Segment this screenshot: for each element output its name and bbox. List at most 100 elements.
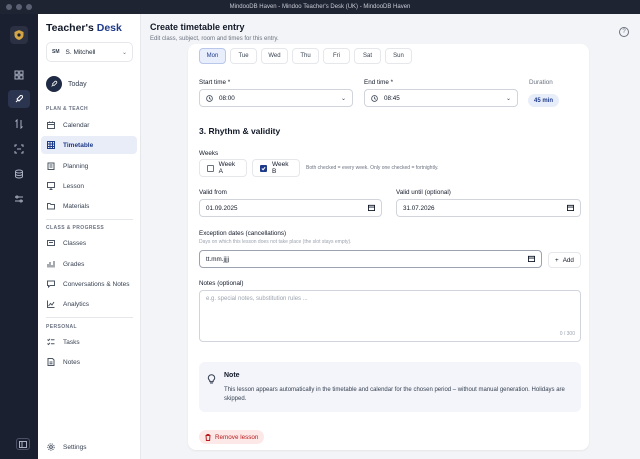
grid-icon xyxy=(14,70,24,80)
day-button-wed[interactable]: Wed xyxy=(261,48,288,64)
note-icon xyxy=(47,358,55,366)
user-name: S. Mitchell xyxy=(65,48,96,56)
sidebar-item-label: Notes xyxy=(63,358,80,366)
day-button-thu[interactable]: Thu xyxy=(292,48,319,64)
rocket-icon xyxy=(15,94,24,103)
week-a-checkbox[interactable]: Week A xyxy=(199,159,247,177)
section-personal: PERSONAL xyxy=(46,324,77,330)
sidebar: Teacher's Desk SM S. Mitchell ⌄ Today PL… xyxy=(38,14,141,459)
sidebar-item-label: Lesson xyxy=(63,182,84,190)
end-time-select[interactable]: 08:45 ⌄ xyxy=(364,89,518,107)
section-title-rhythm: 3. Rhythm & validity xyxy=(199,126,281,136)
sidebar-item-planning[interactable]: Planning xyxy=(41,157,137,175)
weekday-selector: Mon Tue Wed Thu Fri Sat Sun xyxy=(199,48,412,64)
valid-until-value: 31.07.2026 xyxy=(403,204,435,212)
rail-filters-button[interactable] xyxy=(8,190,30,208)
valid-from-label: Valid from xyxy=(199,189,227,196)
notes-textarea[interactable]: e.g. special notes, substitution rules .… xyxy=(199,290,581,342)
note-title: Note xyxy=(224,372,240,379)
sidebar-item-label: Grades xyxy=(63,260,85,268)
valid-until-date-input[interactable]: 31.07.2026 xyxy=(396,199,581,217)
day-button-sat[interactable]: Sat xyxy=(354,48,381,64)
chevron-down-icon: ⌄ xyxy=(505,95,511,102)
rail-sync-button[interactable] xyxy=(8,115,30,133)
database-icon xyxy=(15,169,23,179)
rail-launch-button[interactable] xyxy=(8,90,30,108)
day-button-mon[interactable]: Mon xyxy=(199,48,226,64)
duration-badge: 45 min xyxy=(528,94,560,107)
sidebar-item-materials[interactable]: Materials xyxy=(41,197,137,215)
sidebar-item-notes[interactable]: Notes xyxy=(41,353,137,371)
sidebar-item-calendar[interactable]: Calendar xyxy=(41,116,137,134)
week-b-checkbox[interactable]: Week B xyxy=(252,159,300,177)
sidebar-toggle-button[interactable] xyxy=(16,438,30,450)
valid-from-date-input[interactable]: 01.09.2025 xyxy=(199,199,382,217)
line-chart-icon xyxy=(47,300,55,308)
settings-label: Settings xyxy=(63,443,87,451)
sidebar-item-tasks[interactable]: Tasks xyxy=(41,333,137,351)
rail-scan-button[interactable] xyxy=(8,140,30,158)
sidebar-item-label: Materials xyxy=(63,202,90,210)
calendar-picker-icon[interactable] xyxy=(368,204,375,213)
chevron-down-icon: ⌄ xyxy=(340,95,346,102)
section-class-progress: CLASS & PROGRESS xyxy=(46,225,105,231)
valid-until-label: Valid until (optional) xyxy=(396,189,451,196)
day-button-sun[interactable]: Sun xyxy=(385,48,412,64)
shield-logo-icon xyxy=(14,30,24,40)
class-icon xyxy=(47,240,55,246)
notes-label: Notes (optional) xyxy=(199,280,244,287)
add-exception-button[interactable]: + Add xyxy=(548,252,581,268)
remove-lesson-button[interactable]: Remove lesson xyxy=(199,430,265,444)
plus-icon: + xyxy=(555,256,559,264)
rocket-avatar-icon xyxy=(46,76,62,92)
sidebar-item-timetable[interactable]: Timetable xyxy=(41,136,137,154)
sidebar-item-label: Analytics xyxy=(63,300,90,308)
sidebar-item-conversations[interactable]: Conversations & Notes xyxy=(41,275,137,293)
checklist-icon xyxy=(47,338,55,346)
app-logo[interactable] xyxy=(10,26,28,44)
sidebar-item-lesson[interactable]: Lesson xyxy=(41,177,137,195)
user-select[interactable]: SM S. Mitchell ⌄ xyxy=(46,42,133,62)
rail-database-button[interactable] xyxy=(8,165,30,183)
table-grid-icon xyxy=(47,141,55,149)
sidebar-item-label: Calendar xyxy=(63,121,90,129)
week-b-label: Week B xyxy=(272,161,289,175)
clock-icon xyxy=(371,94,378,102)
valid-from-value: 01.09.2025 xyxy=(206,204,238,212)
trash-icon xyxy=(205,433,211,441)
sidebar-item-grades[interactable]: Grades xyxy=(41,255,137,273)
folder-icon xyxy=(47,203,55,210)
page-subtitle: Edit class, subject, room and times for … xyxy=(150,36,279,42)
weeks-hint: Both checked = every week. Only one chec… xyxy=(306,165,439,171)
today-link[interactable]: Today xyxy=(46,76,87,92)
brand-word-2: Desk xyxy=(96,22,122,34)
calendar-picker-icon[interactable] xyxy=(567,204,574,213)
rail-dashboard-button[interactable] xyxy=(8,66,30,84)
calendar-picker-icon[interactable] xyxy=(528,255,535,264)
chevron-down-icon: ⌄ xyxy=(121,49,127,56)
end-time-value: 08:45 xyxy=(384,94,400,102)
day-button-fri[interactable]: Fri xyxy=(323,48,350,64)
duration-label: Duration xyxy=(529,79,553,86)
sidebar-item-settings[interactable]: Settings xyxy=(47,443,87,451)
bar-chart-icon xyxy=(47,261,55,268)
help-icon[interactable]: ? xyxy=(619,27,629,37)
user-initials: SM xyxy=(52,49,60,55)
window-title: MindooDB Haven - Mindoo Teacher's Desk (… xyxy=(229,4,411,10)
info-note: Note This lesson appears automatically i… xyxy=(199,362,581,412)
add-label: Add xyxy=(562,256,574,264)
checkbox-unchecked-icon xyxy=(207,164,214,172)
sidebar-item-classes[interactable]: Classes xyxy=(41,234,137,252)
app-window: MindooDB Haven - Mindoo Teacher's Desk (… xyxy=(0,0,640,459)
page-title: Create timetable entry xyxy=(150,22,245,32)
section-divider xyxy=(46,219,133,220)
sidebar-item-analytics[interactable]: Analytics xyxy=(41,295,137,313)
start-time-select[interactable]: 08:00 ⌄ xyxy=(199,89,353,107)
brand-title: Teacher's Desk xyxy=(46,22,122,34)
section-divider xyxy=(46,317,133,318)
end-time-label: End time * xyxy=(364,79,394,86)
day-button-tue[interactable]: Tue xyxy=(230,48,257,64)
sidebar-item-label: Planning xyxy=(63,162,89,170)
scan-icon xyxy=(14,144,24,154)
exception-date-input[interactable]: tt.mm.jjjj xyxy=(199,250,542,268)
